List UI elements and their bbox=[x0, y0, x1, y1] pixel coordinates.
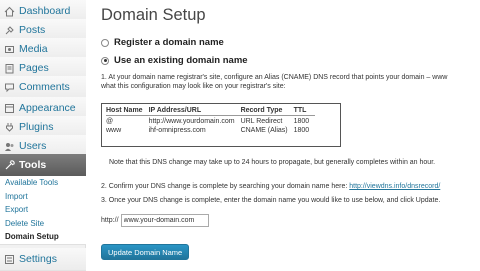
sidebar-item-label: Tools bbox=[19, 159, 47, 171]
table-header-row: Host Name IP Address/URL Record Type TTL bbox=[106, 107, 316, 116]
viewdns-link[interactable]: http://viewdns.info/dnsrecord/ bbox=[349, 183, 440, 190]
sidebar-item-label: Dashboard bbox=[19, 5, 71, 17]
domain-name-input[interactable] bbox=[120, 214, 209, 227]
table-row: www ihf-omnipress.com CNAME (Alias) 1800 bbox=[106, 125, 315, 134]
submenu-item-export[interactable]: Export bbox=[0, 203, 86, 217]
page-title: Domain Setup bbox=[101, 6, 206, 24]
table-cell: URL Redirect bbox=[240, 118, 283, 125]
sidebar-item-comments[interactable]: Comments bbox=[0, 76, 86, 99]
table-cell: 1800 bbox=[293, 127, 310, 134]
sidebar-item-tools[interactable]: Tools bbox=[0, 154, 86, 177]
dns-example-table: Host Name IP Address/URL Record Type TTL… bbox=[101, 103, 341, 147]
sidebar-item-label: Settings bbox=[19, 253, 57, 265]
column-header: TTL bbox=[293, 107, 316, 116]
sidebar-item-label: Pages bbox=[19, 62, 49, 74]
sidebar-item-label: Users bbox=[19, 140, 47, 152]
tools-submenu: Available Tools Import Export Delete Sit… bbox=[0, 176, 86, 245]
domain-prefix: http:// bbox=[101, 217, 119, 224]
existing-domain-label: Use an existing domain name bbox=[114, 55, 248, 66]
table-cell: @ bbox=[106, 118, 114, 125]
step3-text: 3. Once your DNS change is complete, ent… bbox=[101, 197, 441, 204]
comment-bubble-icon bbox=[3, 81, 15, 93]
step2-label: 2. Confirm your DNS change is complete b… bbox=[101, 183, 350, 190]
pages-icon bbox=[3, 62, 15, 74]
submenu-item-domain-setup[interactable]: Domain Setup bbox=[0, 230, 86, 244]
table-cell: ihf-omnipress.com bbox=[148, 127, 206, 134]
table-cell: www bbox=[106, 127, 122, 134]
dashboard-icon bbox=[3, 5, 15, 17]
existing-domain-option[interactable]: Use an existing domain name bbox=[101, 55, 248, 66]
register-domain-option[interactable]: Register a domain name bbox=[101, 37, 224, 48]
register-domain-label: Register a domain name bbox=[114, 37, 224, 48]
tools-icon bbox=[3, 159, 15, 171]
domain-input-row: http:// bbox=[101, 214, 209, 227]
table-cell: http://www.yourdomain.com bbox=[148, 118, 235, 125]
pushpin-icon bbox=[3, 24, 15, 36]
submenu-item-delete-site[interactable]: Delete Site bbox=[0, 217, 86, 231]
sidebar-item-label: Media bbox=[19, 43, 48, 55]
sidebar-item-label: Plugins bbox=[19, 121, 54, 133]
sidebar-item-label: Posts bbox=[19, 24, 46, 36]
sidebar-item-label: Comments bbox=[19, 81, 70, 93]
table-cell: CNAME (Alias) bbox=[240, 127, 288, 134]
sidebar-item-settings[interactable]: Settings bbox=[0, 248, 86, 271]
submenu-item-import[interactable]: Import bbox=[0, 190, 86, 204]
update-domain-button[interactable]: Update Domain Name bbox=[101, 244, 190, 260]
main-content: Domain Setup Register a domain name Use … bbox=[87, 0, 480, 271]
step1-line2: what this configuration may look like on… bbox=[101, 83, 286, 90]
submenu-item-available-tools[interactable]: Available Tools bbox=[0, 176, 86, 190]
propagation-note: Note that this DNS change may take up to… bbox=[109, 159, 436, 166]
column-header: Record Type bbox=[240, 107, 294, 116]
existing-domain-radio[interactable] bbox=[101, 56, 109, 65]
plug-icon bbox=[3, 121, 15, 133]
column-header: IP Address/URL bbox=[148, 107, 241, 116]
settings-icon bbox=[3, 253, 15, 265]
appearance-icon bbox=[3, 102, 15, 114]
media-icon bbox=[3, 43, 15, 55]
register-domain-radio[interactable] bbox=[101, 38, 109, 47]
step2-text: 2. Confirm your DNS change is complete b… bbox=[101, 182, 440, 192]
table-row: @ http://www.yourdomain.com URL Redirect… bbox=[106, 116, 315, 125]
sidebar-item-label: Appearance bbox=[19, 102, 76, 114]
column-header: Host Name bbox=[106, 107, 149, 116]
admin-sidebar: Dashboard Posts Media Pages Comments App… bbox=[0, 0, 86, 271]
table-cell: 1800 bbox=[293, 118, 310, 125]
users-icon bbox=[3, 140, 15, 152]
